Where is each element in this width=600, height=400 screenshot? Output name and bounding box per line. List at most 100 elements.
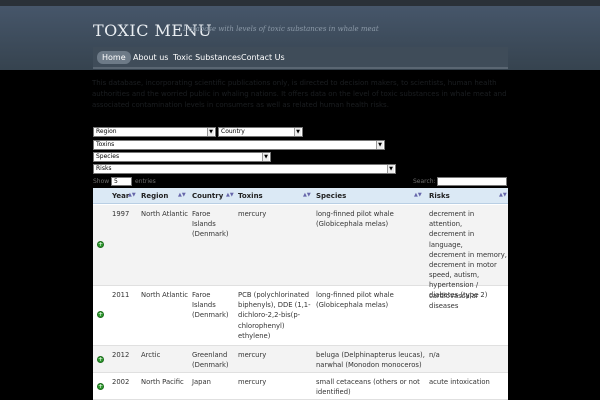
cell-line: decrement in motor [429, 261, 497, 270]
search-label: Search: [413, 178, 436, 185]
cell-line: Islands [192, 301, 216, 310]
sort-icon: ▲▼ [499, 192, 507, 198]
nav-contact-us[interactable]: Contact Us [236, 51, 290, 64]
column-header-risks[interactable]: Risks [429, 192, 450, 200]
cell-line: (Denmark) [192, 361, 229, 370]
cell-region: North Atlantic [141, 210, 189, 218]
cell-risks: acute intoxication [429, 377, 490, 387]
cell-line: (Globicephala melas) [316, 301, 389, 310]
show-label: Show [93, 178, 110, 185]
cell-line: PCB (polychlorinated [238, 291, 310, 299]
column-header-region[interactable]: Region [141, 192, 168, 200]
main-nav: Home About us Toxic Substances Contact U… [93, 47, 508, 69]
cell-country: Faroe Islands (Denmark) [192, 290, 229, 321]
chevron-down-icon: ▼ [387, 165, 394, 173]
cell-line: decrement in language, [429, 230, 475, 249]
region-select[interactable]: Region ▼ [93, 127, 216, 137]
column-header-country[interactable]: Country [192, 192, 223, 200]
cell-country: Faroe Islands (Denmark) [192, 209, 229, 240]
risks-select[interactable]: Risks ▼ [93, 164, 396, 174]
search-input[interactable] [437, 177, 507, 186]
cell-line: narwhal (Monodon monoceros) [316, 361, 422, 370]
cell-region: North Pacific [141, 378, 184, 386]
column-header-year[interactable]: Year [112, 192, 129, 200]
cell-line: Faroe [192, 210, 211, 218]
country-select-value: Country [221, 128, 245, 135]
cell-year: 1997 [112, 210, 130, 218]
cell-line: (Denmark) [192, 311, 229, 320]
table-row[interactable]: + 2012 Arctic Greenland (Denmark) mercur… [93, 346, 508, 373]
species-select[interactable]: Species ▼ [93, 152, 271, 162]
cell-line: chlorophenyl) [238, 321, 285, 330]
cell-region: North Atlantic [141, 291, 189, 299]
cell-line: diabetes (type 2) [429, 291, 488, 299]
cell-species: long-finned pilot whale (Globicephala me… [316, 209, 394, 229]
cell-region: Arctic [141, 351, 161, 359]
region-select-value: Region [96, 128, 117, 135]
expand-row-icon[interactable]: + [97, 241, 104, 248]
cell-line: speed, autism, [429, 271, 480, 280]
entries-select[interactable]: 5 [111, 177, 132, 186]
cell-line: n/a [429, 351, 440, 359]
cell-line: long-finned pilot whale [316, 291, 394, 299]
sort-icon: ▲▼ [178, 192, 186, 198]
chevron-down-icon: ▼ [262, 153, 269, 161]
cell-line: ethylene) [238, 331, 271, 340]
nav-toxic-substances[interactable]: Toxic Substances [168, 51, 246, 64]
cell-line: dichloro-2,2-bis(p- [238, 311, 301, 320]
entries-label: entries [135, 178, 156, 185]
nav-about-us[interactable]: About us [128, 51, 173, 64]
table-row[interactable]: + 2011 North Atlantic Faroe Islands (Den… [93, 286, 508, 346]
cell-risks: diabetes (type 2) [429, 290, 487, 300]
entries-select-value: 5 [114, 178, 118, 185]
cell-species: long-finned pilot whale (Globicephala me… [316, 290, 394, 310]
cell-line: Greenland [192, 351, 228, 359]
sort-icon: ▲▼ [303, 192, 311, 198]
cell-line: (Denmark) [192, 230, 229, 239]
country-select[interactable]: Country ▼ [218, 127, 303, 137]
column-header-species[interactable]: Species [316, 192, 346, 200]
sort-icon: ▲▼ [414, 192, 422, 198]
cell-species: beluga (Delphinapterus leucas), narwhal … [316, 350, 425, 370]
cell-line: Japan [192, 378, 211, 386]
species-select-value: Species [96, 153, 120, 160]
cell-line: acute intoxication [429, 378, 490, 386]
expand-row-icon[interactable]: + [97, 311, 104, 318]
cell-country: Japan [192, 377, 211, 387]
table-row[interactable]: + 2002 North Pacific Japan mercury small… [93, 373, 508, 400]
expand-row-icon[interactable]: + [97, 356, 104, 363]
chevron-down-icon: ▼ [294, 128, 301, 136]
results-table: Year ▲▼ Region ▲▼ Country ▲▼ Toxins ▲▼ S… [93, 188, 508, 400]
intro-text: This database, incorporating scientific … [92, 79, 507, 109]
chevron-down-icon: ▼ [207, 128, 214, 136]
cell-line: beluga (Delphinapterus leucas), [316, 351, 425, 359]
toxins-select[interactable]: Toxins ▼ [93, 140, 385, 150]
sort-icon: ▲▼ [128, 192, 136, 198]
table-header: Year ▲▼ Region ▲▼ Country ▲▼ Toxins ▲▼ S… [93, 188, 508, 204]
cell-year: 2012 [112, 351, 130, 359]
column-header-toxins[interactable]: Toxins [238, 192, 263, 200]
cell-line: Islands [192, 220, 216, 229]
expand-row-icon[interactable]: + [97, 383, 104, 390]
cell-line: decrement in memory, [429, 250, 507, 259]
cell-line: mercury [238, 210, 267, 218]
cell-country: Greenland (Denmark) [192, 350, 229, 370]
cell-line: identified) [316, 388, 351, 397]
nav-home[interactable]: Home [97, 51, 131, 64]
cell-line: mercury [238, 351, 267, 359]
chevron-down-icon: ▼ [376, 141, 383, 149]
cell-line: (Globicephala melas) [316, 220, 389, 229]
cell-toxins: PCB (polychlorinated biphenyls), DDE (1,… [238, 290, 311, 341]
cell-year: 2011 [112, 291, 130, 299]
table-row[interactable]: + 1997 North Atlantic Faroe Islands (Den… [93, 205, 508, 310]
cell-line: mercury [238, 378, 267, 386]
cell-species: small cetaceans (others or not identifie… [316, 377, 420, 397]
cell-line: long-finned pilot whale [316, 210, 394, 218]
sort-icon: ▲▼ [226, 192, 234, 198]
cell-toxins: mercury [238, 350, 266, 360]
cell-line: biphenyls), DDE (1,1- [238, 301, 311, 310]
cell-year: 2002 [112, 378, 130, 386]
cell-toxins: mercury [238, 377, 266, 387]
cell-toxins: mercury [238, 209, 266, 219]
risks-select-value: Risks [96, 165, 112, 172]
